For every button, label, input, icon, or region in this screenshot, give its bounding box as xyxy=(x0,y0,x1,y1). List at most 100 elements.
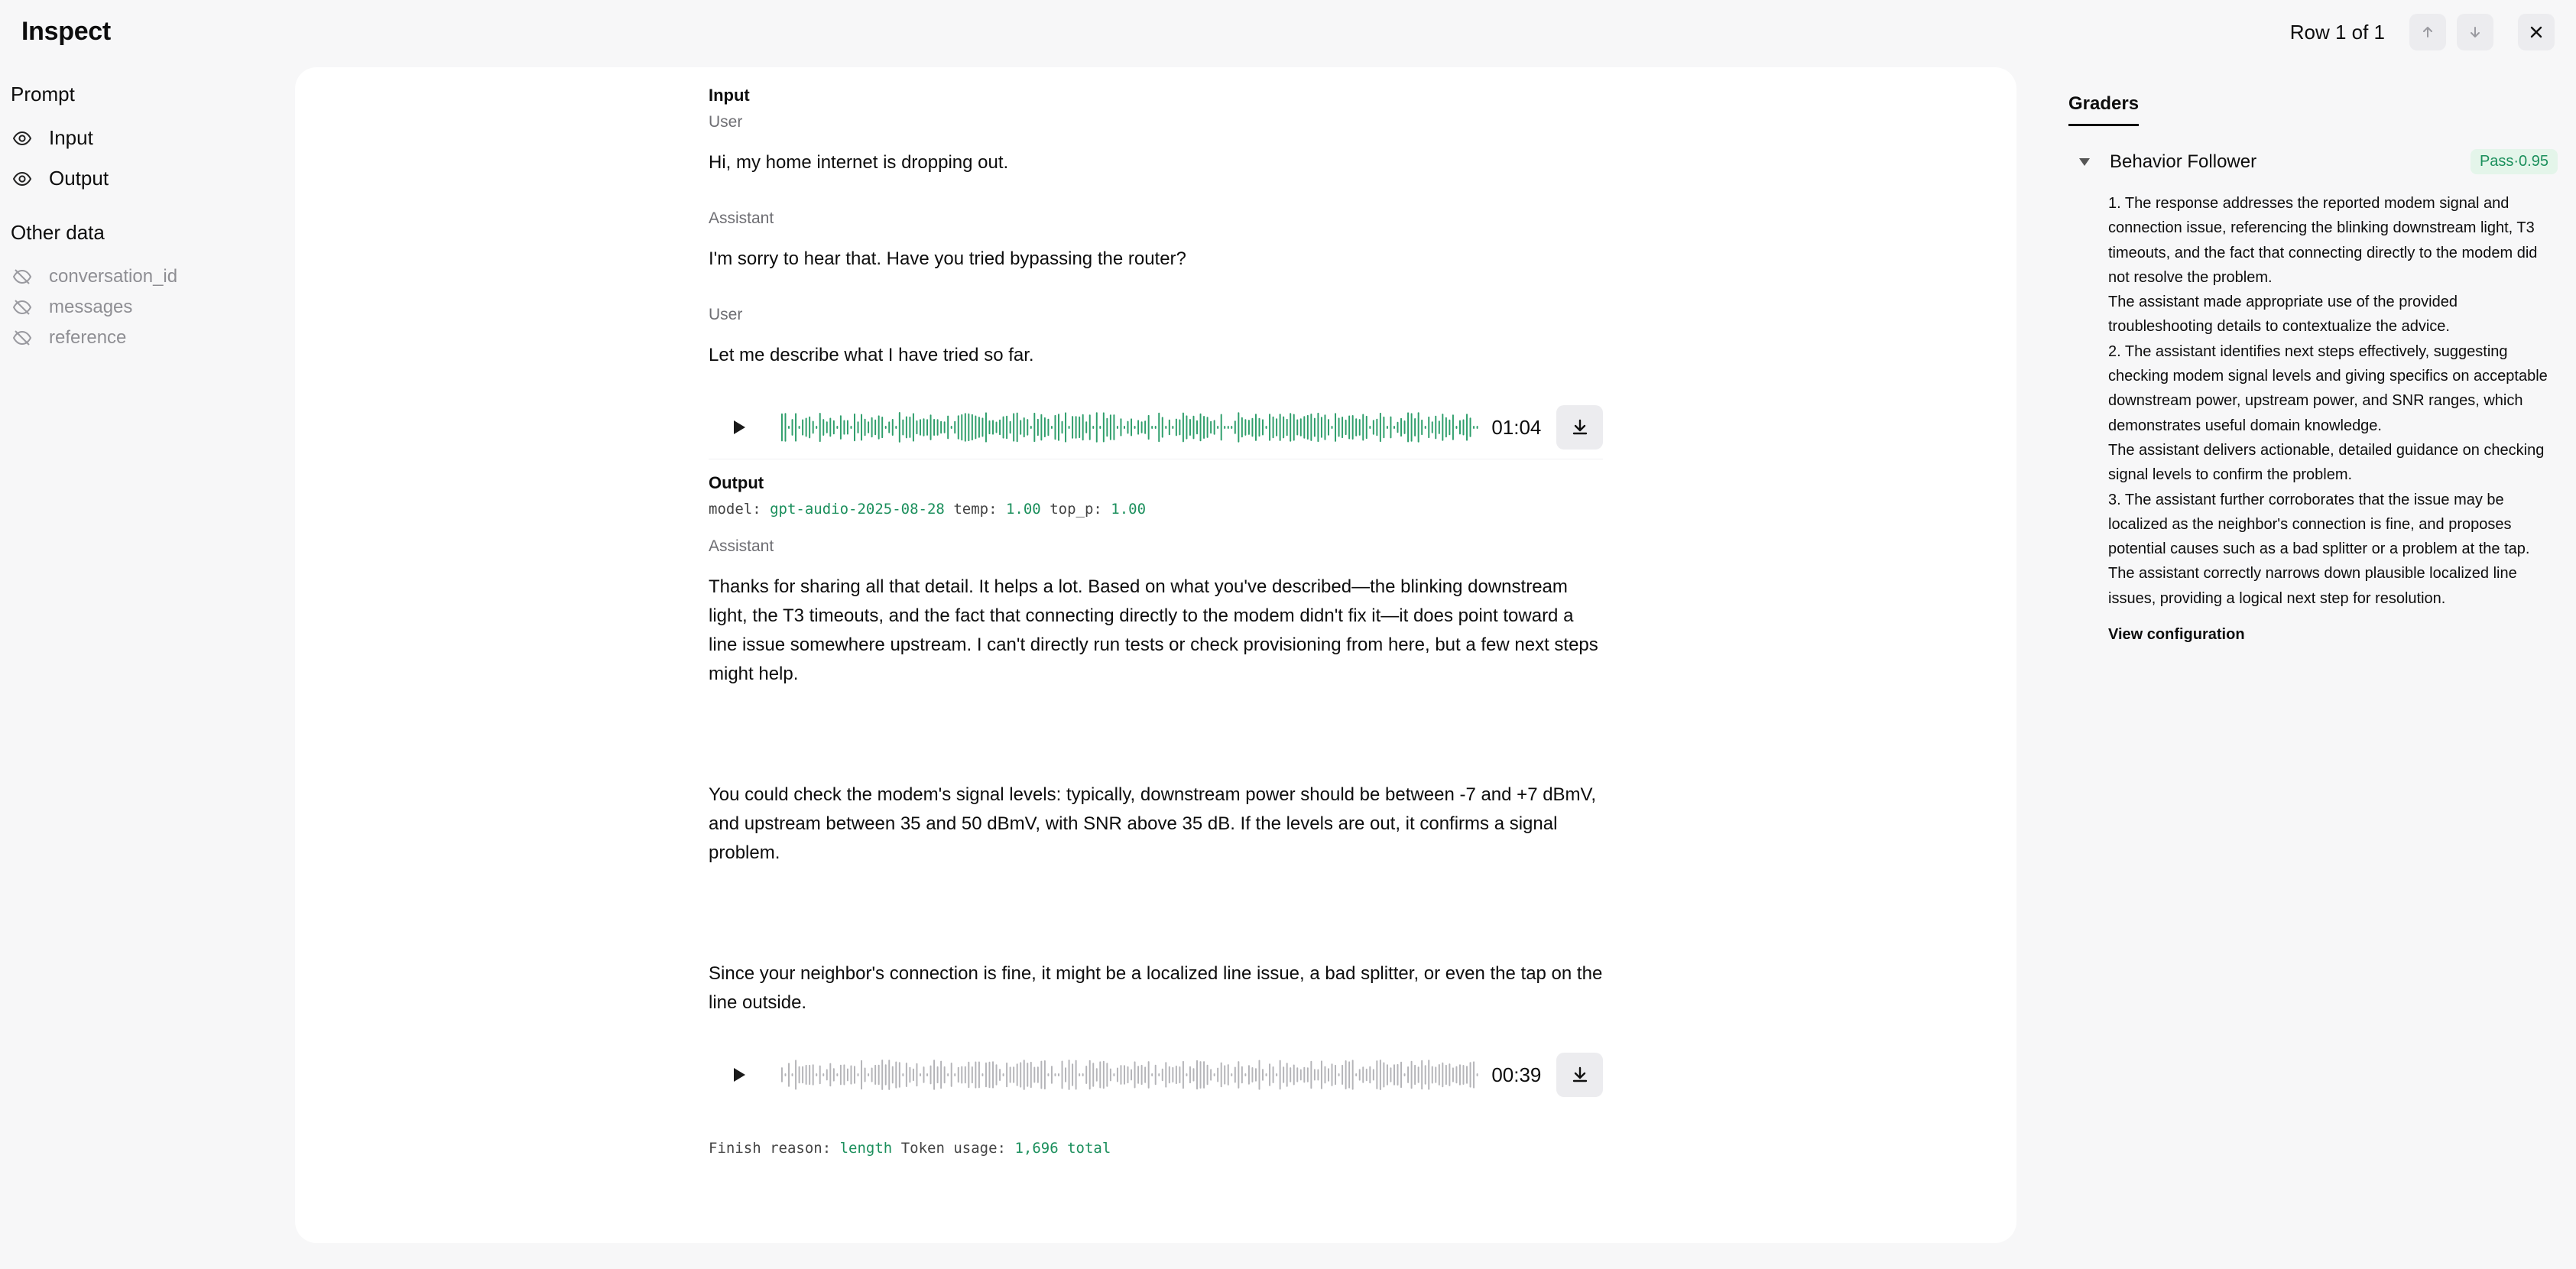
waveform-bar xyxy=(906,1063,908,1087)
waveform-bar xyxy=(874,1064,877,1085)
waveform-bar xyxy=(1262,419,1264,436)
sidebar-item-messages[interactable]: messages xyxy=(11,297,286,318)
waveform-bar xyxy=(1390,416,1392,439)
waveform-bar xyxy=(1047,1073,1050,1076)
waveform-bar xyxy=(850,1065,852,1085)
waveform-bar xyxy=(975,1061,977,1089)
waveform-bar xyxy=(1442,414,1444,441)
previous-row-button[interactable] xyxy=(2409,14,2446,50)
waveform-bar xyxy=(1155,1064,1157,1086)
waveform-bar xyxy=(992,420,994,435)
temp-label: temp: xyxy=(953,501,998,518)
waveform-bar xyxy=(1272,416,1274,439)
waveform-bar xyxy=(1280,1060,1281,1090)
waveform-bar xyxy=(806,1064,807,1085)
audio-duration: 01:04 xyxy=(1491,415,1542,439)
waveform-bar xyxy=(1047,418,1050,437)
waveform-bar xyxy=(1380,1060,1382,1090)
waveform-bar xyxy=(1255,1068,1257,1082)
waveform-bar xyxy=(1144,1066,1147,1083)
waveform-bar xyxy=(864,1067,866,1082)
waveform-bar xyxy=(947,415,949,440)
waveform-bar xyxy=(816,426,818,429)
page-title: Inspect xyxy=(21,17,111,46)
waveform-bar xyxy=(1058,1073,1060,1076)
next-row-button[interactable] xyxy=(2457,14,2493,50)
tab-graders[interactable]: Graders xyxy=(2068,93,2140,126)
waveform-bar xyxy=(1296,419,1299,436)
waveform-bar xyxy=(906,416,908,439)
view-configuration-link[interactable]: View configuration xyxy=(2108,626,2558,644)
waveform-bar xyxy=(1206,1064,1209,1086)
eye-off-icon xyxy=(12,269,32,284)
waveform-bar xyxy=(1176,1065,1178,1085)
model-meta: model: gpt-audio-2025-08-28 temp: 1.00 t… xyxy=(709,501,1898,518)
download-audio-button[interactable] xyxy=(1556,405,1604,450)
waveform-bar xyxy=(1092,1063,1095,1087)
waveform-bar xyxy=(1244,1073,1247,1076)
waveform-bar xyxy=(1369,426,1371,429)
waveform-bar xyxy=(995,1064,998,1086)
waveform-bar xyxy=(1428,416,1430,439)
reason-text: The assistant delivers actionable, detai… xyxy=(2108,441,2545,484)
sidebar-item-reference[interactable]: reference xyxy=(11,327,286,349)
waveform-bar xyxy=(791,419,793,436)
waveform-bar xyxy=(920,1073,922,1076)
waveform-bar xyxy=(1186,415,1188,440)
waveform-bar xyxy=(1017,412,1019,443)
waveform-bar xyxy=(1293,414,1296,441)
waveform-bar xyxy=(798,1066,800,1084)
waveform-bar xyxy=(1462,419,1465,436)
waveform-bar xyxy=(1362,1066,1364,1083)
waveform-bar xyxy=(822,419,825,436)
eye-off-icon xyxy=(12,330,32,346)
waveform-bar xyxy=(895,1061,897,1089)
waveform-bar xyxy=(1432,1066,1434,1084)
waveform-bar xyxy=(1020,1062,1022,1088)
sidebar-item-input[interactable]: Input xyxy=(11,126,286,150)
waveform-bar xyxy=(975,415,977,440)
audio-waveform[interactable] xyxy=(780,411,1479,444)
waveform-bar xyxy=(1131,1069,1133,1081)
waveform-bar xyxy=(1044,417,1046,437)
waveform-bar xyxy=(854,1066,856,1084)
message-role: User xyxy=(709,113,743,131)
play-button[interactable] xyxy=(724,412,754,443)
waveform-bar xyxy=(923,418,925,437)
waveform-bar xyxy=(916,420,918,435)
audio-waveform[interactable] xyxy=(780,1058,1479,1092)
waveform-bar xyxy=(1020,420,1022,435)
sidebar-item-conversation-id[interactable]: conversation_id xyxy=(11,266,286,287)
waveform-bar xyxy=(1397,421,1399,433)
waveform-bar xyxy=(1238,1061,1240,1089)
waveform-bar xyxy=(826,421,829,433)
waveform-bar xyxy=(1373,1069,1375,1081)
waveform-bar xyxy=(1469,417,1471,437)
close-button[interactable] xyxy=(2518,14,2555,50)
waveform-bar xyxy=(958,415,960,440)
waveform-bar xyxy=(1006,1062,1008,1088)
row-indicator: Row 1 of 1 xyxy=(2289,20,2385,44)
waveform-bar xyxy=(1189,1066,1192,1084)
grader-header[interactable]: Behavior Follower Pass·0.95 xyxy=(2068,149,2558,174)
waveform-bar xyxy=(1192,415,1195,440)
waveform-bar xyxy=(1376,1060,1378,1089)
waveform-bar xyxy=(874,419,877,436)
waveform-bar xyxy=(1442,1062,1444,1088)
waveform-bar xyxy=(1110,414,1112,440)
waveform-bar xyxy=(1310,414,1312,441)
waveform-bar xyxy=(788,426,790,429)
play-button[interactable] xyxy=(724,1060,754,1090)
waveform-bar xyxy=(1425,1065,1427,1085)
waveform-bar xyxy=(1452,414,1455,440)
waveform-bar xyxy=(1473,426,1475,429)
download-audio-button[interactable] xyxy=(1556,1053,1604,1097)
waveform-bar xyxy=(1373,420,1375,435)
waveform-bar xyxy=(958,1066,960,1083)
sidebar-item-output[interactable]: Output xyxy=(11,167,286,190)
waveform-bar xyxy=(1258,417,1260,437)
waveform-bar xyxy=(985,1062,988,1088)
waveform-bar xyxy=(1248,420,1251,435)
finish-info: Finish reason: length Token usage: 1,696… xyxy=(709,1140,1898,1157)
waveform-bar xyxy=(1455,1066,1458,1084)
